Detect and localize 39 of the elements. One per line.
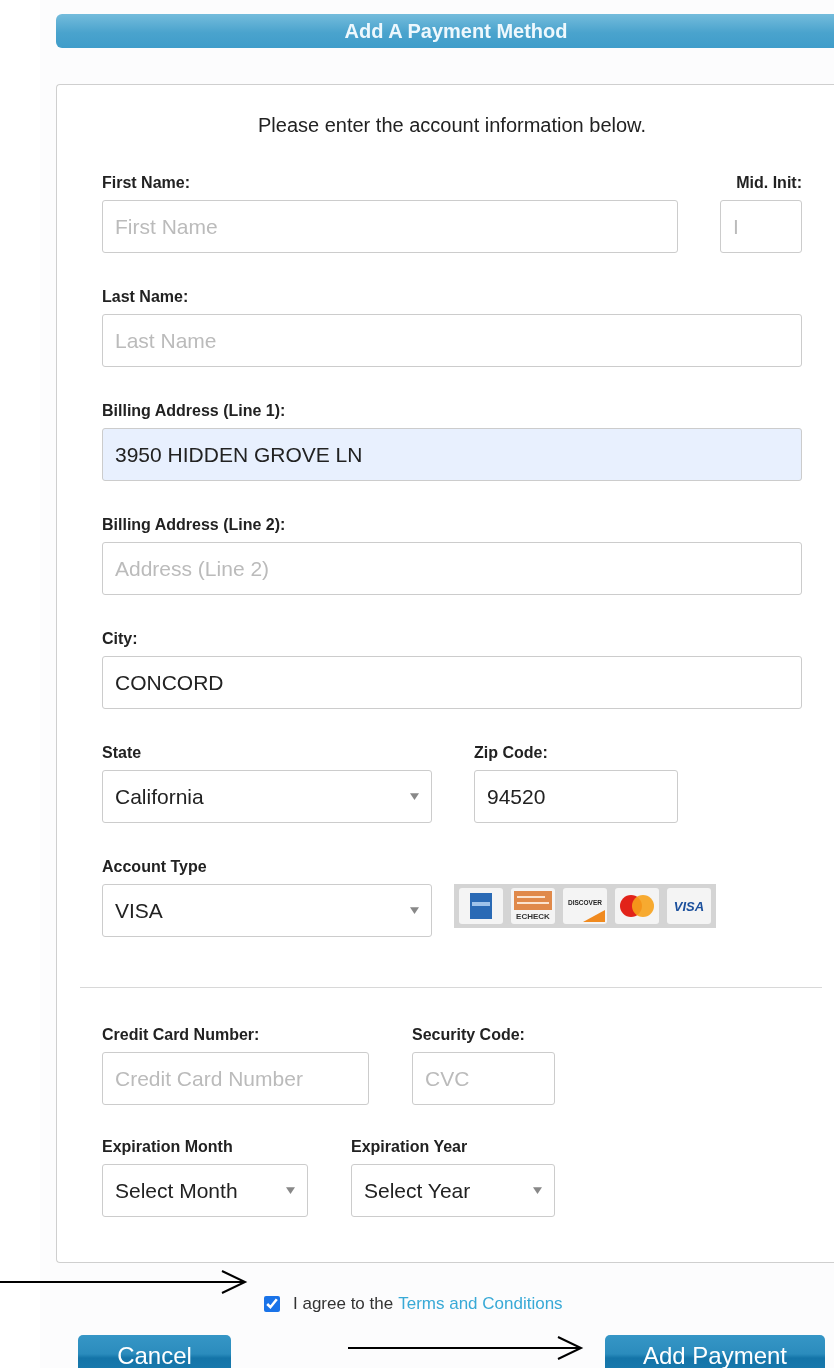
field-label: Expiration Month (102, 1137, 233, 1157)
field-label: Last Name: (102, 287, 189, 307)
field-label: City: (102, 629, 138, 649)
mastercard-icon (615, 888, 659, 924)
agree-text: I agree to the (293, 1294, 394, 1314)
billing-address-line-1-field[interactable]: 3950 HIDDEN GROVE LN (102, 428, 802, 481)
credit-card-icon (459, 888, 503, 924)
field-label: Zip Code: (474, 743, 548, 763)
card-number-field[interactable]: Credit Card Number (102, 1052, 369, 1105)
account-type-dropdown[interactable]: VISA (102, 884, 432, 937)
caret-icon (286, 1187, 295, 1194)
field-label: Account Type (102, 857, 207, 877)
zip-code-field[interactable]: 94520 (474, 770, 678, 823)
caret-icon (410, 793, 419, 800)
field-label: State (102, 743, 142, 763)
header-bar: Add A Payment Method (56, 14, 834, 48)
field-label: Mid. Init: (736, 173, 802, 193)
field-label: Security Code: (412, 1025, 525, 1045)
field-label: First Name: (102, 173, 191, 193)
month-dropdown[interactable]: Select Month (102, 1164, 308, 1217)
field-label: Billing Address (Line 1): (102, 401, 286, 421)
field-label: Billing Address (Line 2): (102, 515, 286, 535)
caret-icon (410, 907, 419, 914)
state-dropdown[interactable]: California (102, 770, 432, 823)
field-label: Expiration Year (351, 1137, 468, 1157)
agree-checkbox[interactable] (264, 1296, 280, 1312)
check-card-icon: ECHECK (511, 888, 555, 924)
city-field[interactable]: CONCORD (102, 656, 802, 709)
year-dropdown[interactable]: Select Year (351, 1164, 555, 1217)
security-code-field[interactable]: CVC (412, 1052, 555, 1105)
visa-card-icon: VISA (667, 888, 711, 924)
first-name-field[interactable]: First Name (102, 200, 678, 253)
caret-icon (533, 1187, 542, 1194)
billing-address-line-2-field[interactable]: Address (Line 2) (102, 542, 802, 595)
instructions-text: Please enter the account information below. (257, 113, 647, 137)
field-label: Credit Card Number: (102, 1025, 260, 1045)
cancel-button[interactable]: Cancel (78, 1335, 231, 1368)
last-name-field[interactable]: Last Name (102, 314, 802, 367)
middle-initial-field[interactable]: I (720, 200, 802, 253)
